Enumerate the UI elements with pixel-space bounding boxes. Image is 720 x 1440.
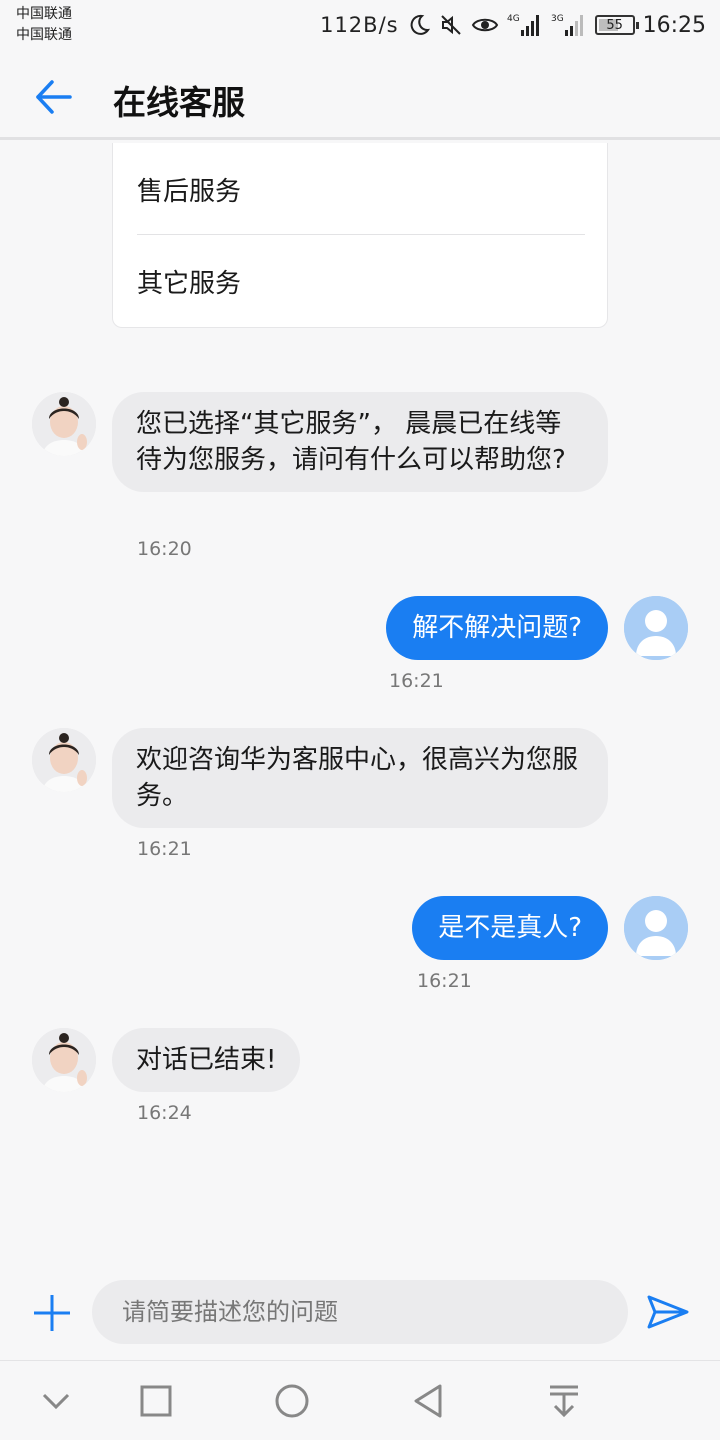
signal-icon-2: 3G — [551, 12, 587, 38]
square-icon — [140, 1385, 172, 1417]
clock: 16:25 — [642, 12, 706, 38]
carrier-2: 中国联通 — [16, 27, 72, 43]
user-avatar — [624, 596, 688, 660]
app-bar: 在线客服 — [0, 52, 720, 140]
notification-pull-button[interactable] — [544, 1381, 584, 1421]
message-input[interactable] — [92, 1280, 628, 1344]
user-message: 解不解决问题? — [386, 596, 608, 660]
agent-avatar — [32, 728, 96, 792]
menu-item-after-sales[interactable]: 售后服务 — [137, 145, 585, 235]
agent-message: 欢迎咨询华为客服中心，很高兴为您服务。 — [112, 728, 608, 828]
net-label-1: 4G — [507, 14, 520, 24]
moon-icon — [407, 13, 431, 37]
hide-nav-button[interactable] — [36, 1381, 76, 1421]
net-label-2: 3G — [551, 14, 564, 24]
agent-message: 对话已结束! — [112, 1028, 301, 1092]
system-nav-bar — [0, 1360, 720, 1440]
network-speed: 112B/s — [320, 13, 399, 37]
carrier-1: 中国联通 — [16, 6, 72, 22]
chat-thread[interactable]: 售后服务 其它服务 您已选择“其它服务”， 晨晨已在线等待为您服务，请问有什么可… — [0, 143, 720, 1280]
message-time: 16:21 — [417, 970, 472, 992]
signal-icon: 4G — [507, 12, 543, 38]
agent-avatar — [32, 392, 96, 456]
mute-icon — [439, 13, 463, 37]
send-button[interactable] — [646, 1294, 690, 1330]
service-menu: 售后服务 其它服务 — [112, 143, 608, 328]
user-message: 是不是真人? — [412, 896, 608, 960]
carrier-labels: 中国联通 中国联通 — [16, 4, 72, 46]
home-button[interactable] — [272, 1381, 312, 1421]
message-time: 16:20 — [137, 538, 192, 560]
battery-level: 55 — [606, 17, 623, 33]
recents-button[interactable] — [136, 1381, 176, 1421]
agent-message: 您已选择“其它服务”， 晨晨已在线等待为您服务，请问有什么可以帮助您? — [112, 392, 608, 492]
back-nav-button[interactable] — [408, 1381, 448, 1421]
menu-item-other-services[interactable]: 其它服务 — [137, 236, 585, 326]
circle-icon — [275, 1384, 309, 1418]
chevron-down-icon — [42, 1393, 70, 1410]
user-avatar — [624, 896, 688, 960]
battery-icon: 55 — [594, 15, 639, 35]
pull-down-icon — [550, 1385, 578, 1418]
message-time: 16:21 — [389, 670, 444, 692]
back-button[interactable] — [30, 74, 76, 120]
status-indicators: 112B/s 4G 3G 55 16:25 — [320, 10, 706, 40]
page-title: 在线客服 — [113, 83, 245, 122]
status-bar: 中国联通 中国联通 112B/s 4G 3G 55 16:25 — [0, 0, 720, 52]
add-attachment-button[interactable] — [32, 1293, 72, 1333]
message-time: 16:24 — [137, 1102, 192, 1124]
eye-icon — [471, 13, 499, 37]
send-icon — [647, 1295, 689, 1329]
arrow-left-icon — [36, 80, 72, 114]
triangle-back-icon — [414, 1384, 442, 1418]
composer — [0, 1280, 720, 1360]
agent-avatar — [32, 1028, 96, 1092]
plus-icon — [34, 1295, 70, 1331]
message-time: 16:21 — [137, 838, 192, 860]
